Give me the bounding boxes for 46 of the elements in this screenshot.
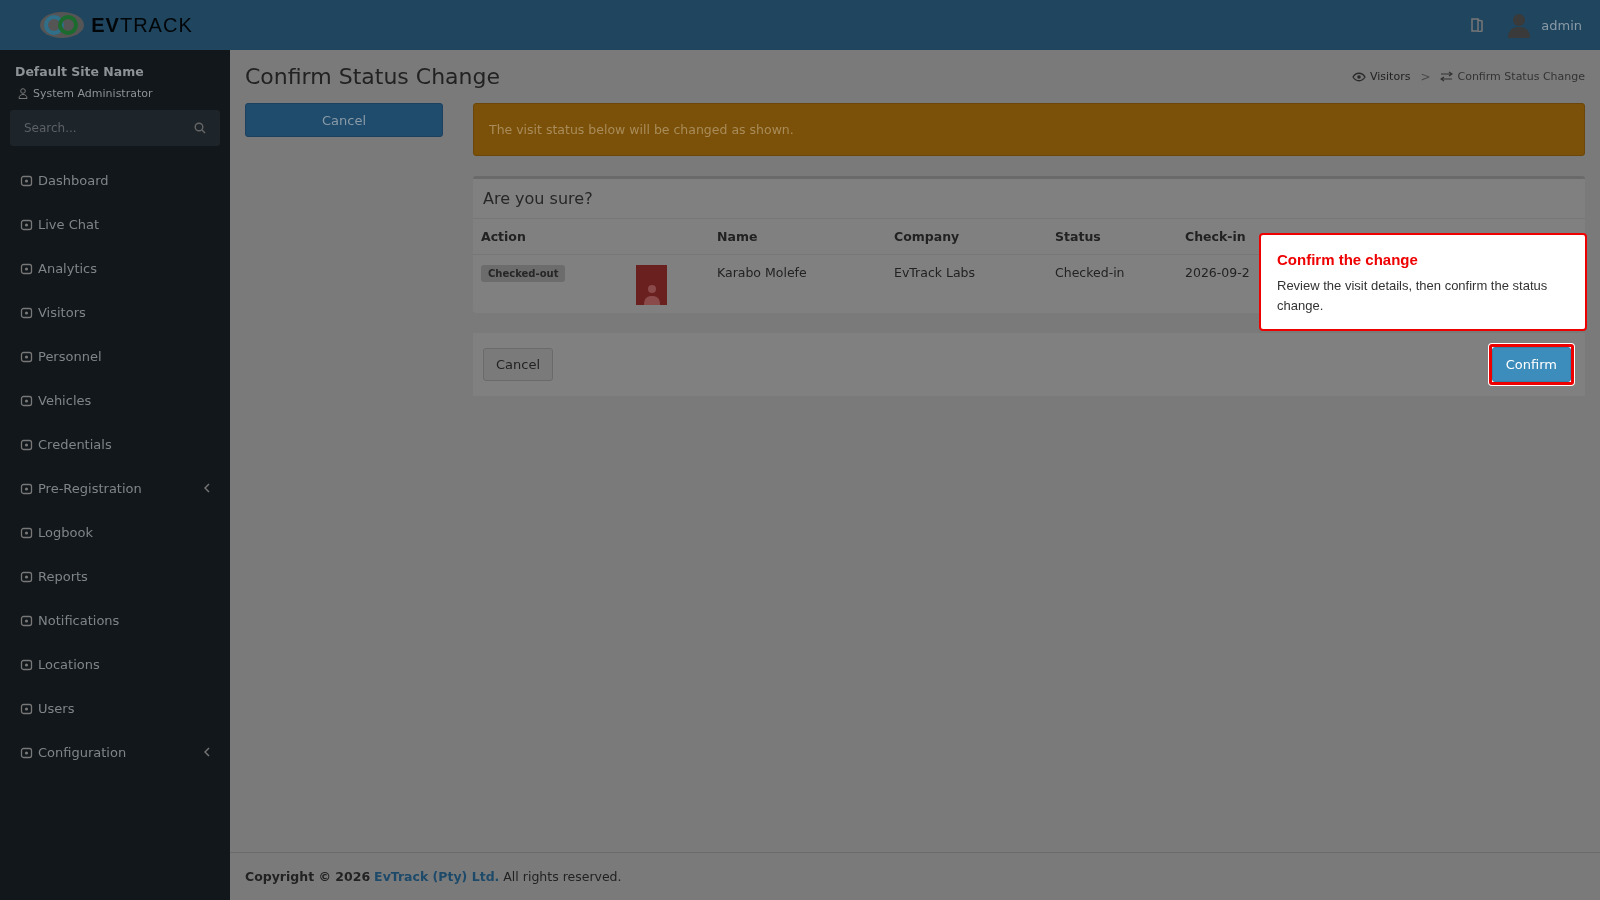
table-cell: 2026-09-2 — [1185, 265, 1250, 280]
column-header: Action — [481, 229, 526, 244]
confirm-button[interactable]: Confirm — [1491, 347, 1571, 382]
panel-title: Are you sure? — [473, 179, 1585, 219]
nav-item[interactable]: Vehicles — [10, 378, 220, 422]
tooltip-text: Review the visit details, then confirm the status change. — [1277, 277, 1549, 315]
nav-item[interactable]: Notifications — [10, 598, 220, 642]
nav-item[interactable]: Dashboard — [10, 158, 220, 202]
page-title: Confirm Status Change — [245, 64, 501, 89]
photo-placeholder — [636, 265, 667, 305]
table-cell: Karabo Molefe — [709, 254, 886, 313]
table-cell: EvTrack Labs — [886, 254, 1047, 313]
user-role: System Administrator — [33, 87, 153, 100]
cancel-button[interactable]: Cancel — [483, 348, 554, 381]
table-cell: Checked-in — [1047, 254, 1177, 313]
avatar-icon — [1507, 12, 1532, 38]
logo-text: EVTRACK — [91, 13, 193, 37]
column-header: Name — [717, 229, 758, 244]
column-header: Check-in — [1185, 229, 1246, 244]
swap-arrows-icon — [1440, 71, 1454, 82]
nav-item[interactable]: Locations — [10, 642, 220, 686]
user-name[interactable]: admin — [1541, 17, 1582, 33]
site-name: Default Site Name — [14, 64, 145, 79]
nav-item[interactable]: Personnel — [10, 334, 220, 378]
breadcrumb-current: Confirm Status Change — [1457, 70, 1585, 83]
warning-alert: The visit status below will be changed as shown. — [473, 103, 1585, 156]
nav-item[interactable]: Live Chat — [10, 202, 220, 246]
nav-item[interactable]: Logbook — [10, 510, 220, 554]
search-icon[interactable] — [194, 122, 206, 134]
copyright-text: Copyright © 2026 EvTrack (Pty) Ltd. All rights reserved. — [245, 869, 623, 884]
breadcrumb-link[interactable]: Visitors — [1370, 70, 1411, 83]
column-header: Status — [1055, 229, 1101, 244]
nav-item[interactable]: Credentials — [10, 422, 220, 466]
breadcrumb-separator: > — [1420, 69, 1431, 84]
nav-item[interactable]: Users — [10, 686, 220, 730]
nav-item[interactable]: Configuration — [10, 730, 220, 774]
nav-item[interactable]: Visitors — [10, 290, 220, 334]
cancel-button[interactable]: Cancel — [245, 103, 443, 137]
search-field[interactable]: Search... — [10, 110, 220, 146]
status-badge: Checked-out — [481, 265, 566, 282]
door-icon[interactable] — [1471, 18, 1484, 32]
column-header: Company — [894, 229, 960, 244]
nav-item[interactable]: Reports — [10, 554, 220, 598]
nav-item[interactable]: Pre-Registration — [10, 466, 220, 510]
nav-item[interactable]: Analytics — [10, 246, 220, 290]
tooltip-title: Confirm the change — [1277, 251, 1419, 268]
